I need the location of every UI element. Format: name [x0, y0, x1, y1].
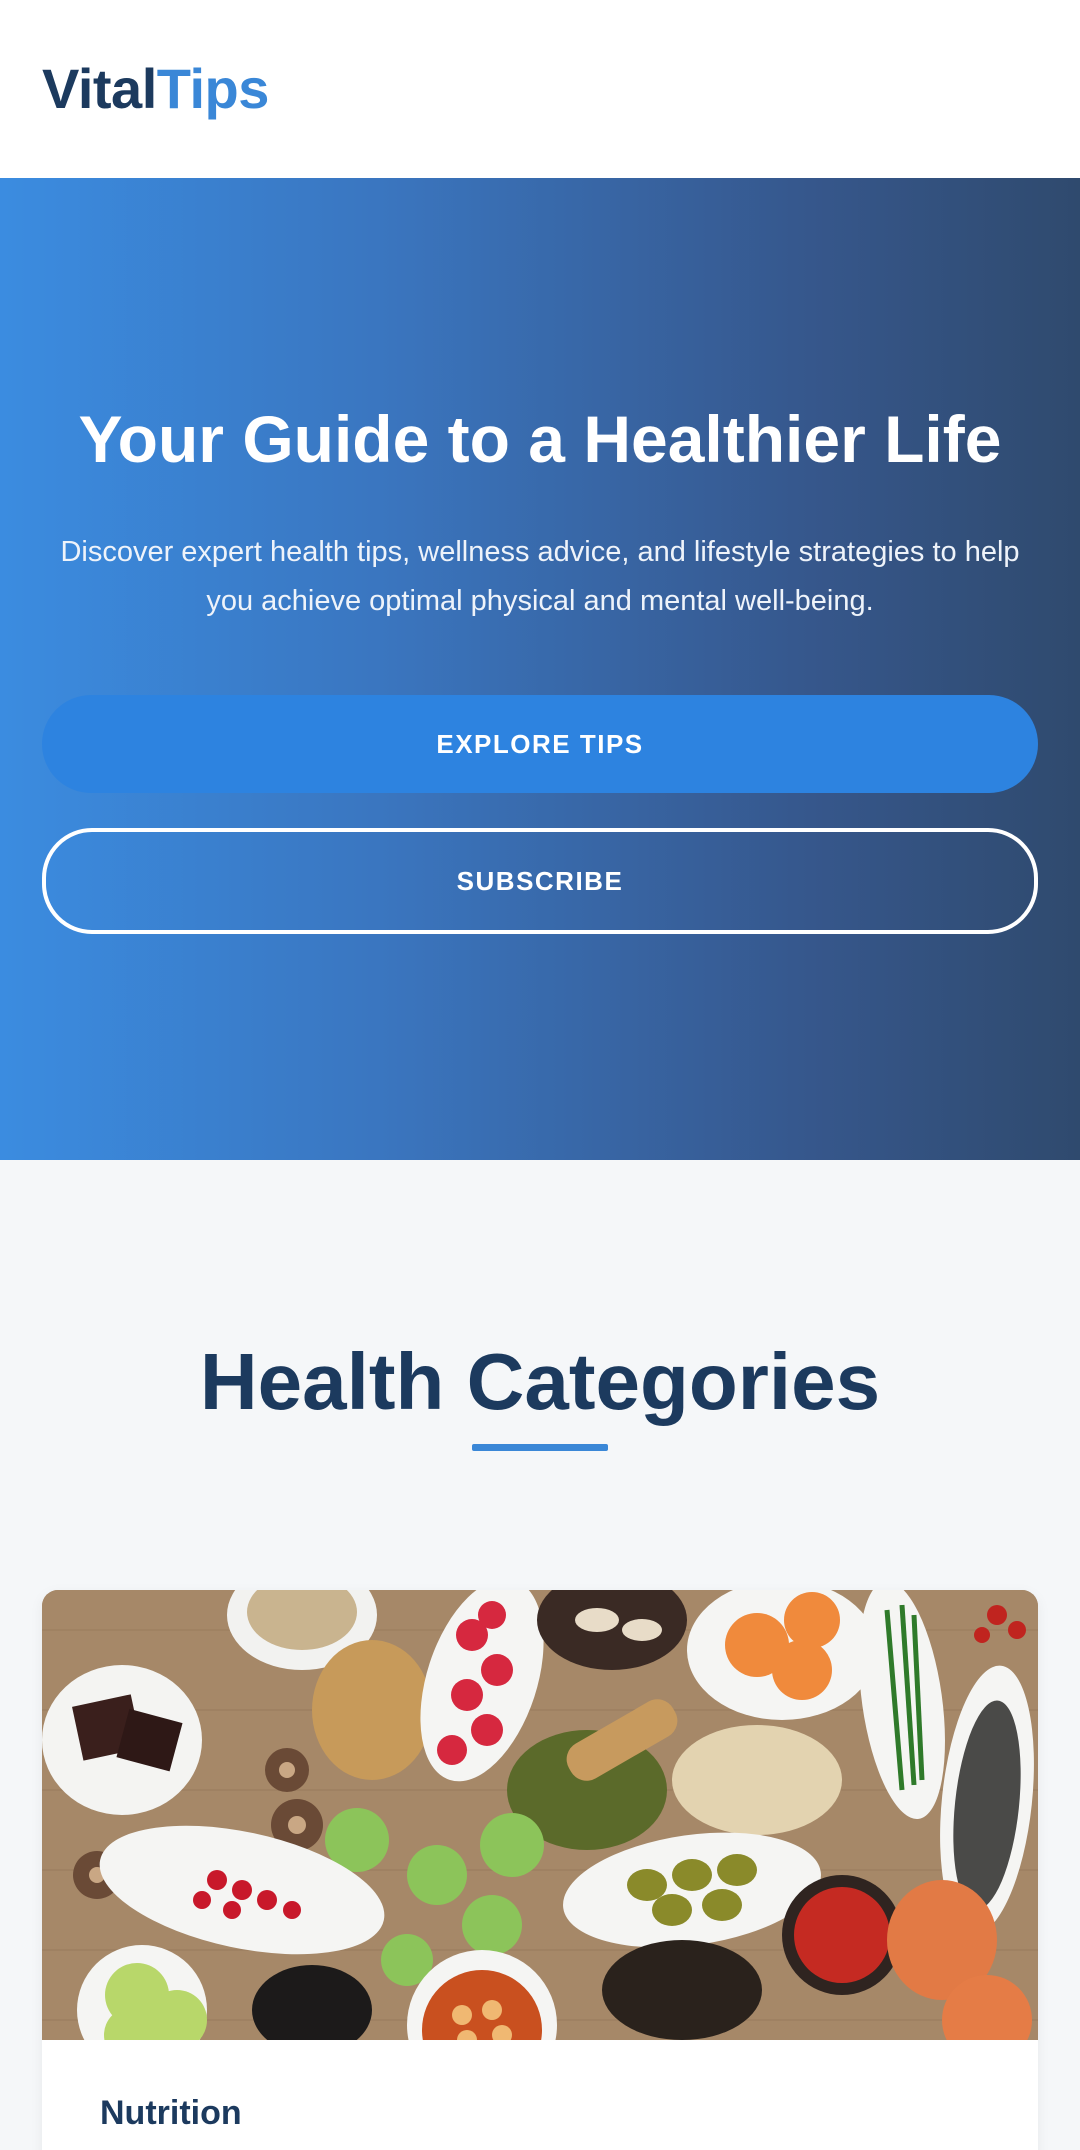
hero-description: Discover expert health tips, wellness ad…: [60, 536, 1020, 617]
heading-underline: [472, 1444, 608, 1451]
category-card-title: Nutrition: [100, 2094, 242, 2132]
explore-tips-button[interactable]: EXPLORE TIPS: [42, 695, 1038, 793]
categories-heading: Health Categories: [199, 1337, 881, 1426]
subscribe-button[interactable]: SUBSCRIBE: [42, 828, 1038, 934]
hero-title: Your Guide to a Healthier Life: [78, 402, 1002, 476]
site-header: VitalTips: [0, 0, 1080, 178]
category-card-nutrition[interactable]: Nutrition: [42, 1590, 1038, 2150]
hero-section: Your Guide to a Healthier Life Discover …: [0, 178, 1080, 1160]
logo-text-vital: Vital: [42, 57, 157, 120]
site-logo[interactable]: VitalTips: [42, 61, 269, 117]
nutrition-image: [42, 1590, 1038, 2040]
logo-text-tips: Tips: [156, 57, 270, 120]
